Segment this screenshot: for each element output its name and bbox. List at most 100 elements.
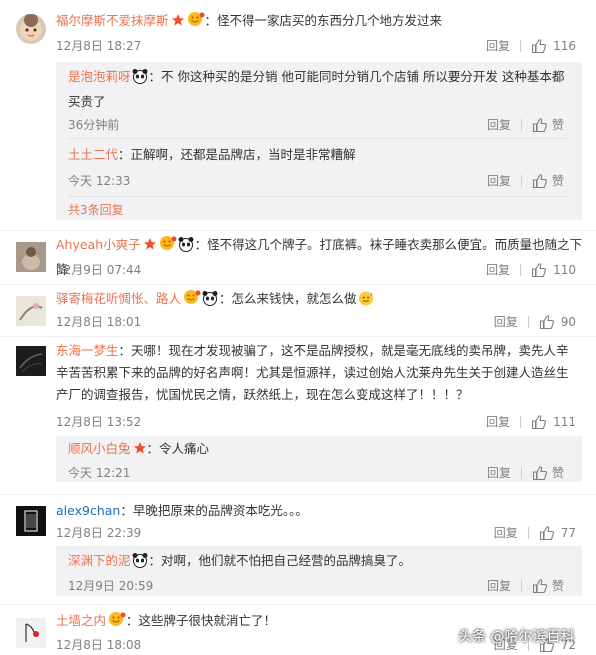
reply-text: ：对啊，他们就不怕把自己经营的品牌搞臭了。 [148, 553, 412, 568]
comment-divider [0, 604, 596, 605]
avatar[interactable] [16, 506, 46, 536]
reply-username[interactable]: 是泡泡莉呀 [68, 69, 131, 84]
reply-time: 36分钟前 [68, 118, 120, 132]
smiley-badge-icon [108, 611, 126, 634]
panda-emoji-icon [131, 552, 149, 575]
panda-emoji-icon [201, 290, 219, 313]
comment-time: 12月8日 18:08 [56, 638, 142, 652]
comment-time: 12月9日 07:44 [56, 263, 142, 277]
avatar[interactable] [16, 618, 46, 648]
reply-button[interactable]: 回复 [487, 116, 511, 133]
comment-divider [0, 336, 596, 337]
action-divider [520, 118, 522, 131]
thumbs-up-icon [532, 173, 547, 188]
reply-time: 今天 12:21 [68, 466, 131, 480]
comment-line: 东海一梦生：天哪！现在才发现被骗了，这不是品牌授权，就是毫无底线的卖吊牌，卖先人… [56, 340, 580, 406]
comment-line: 驿寄梅花听惆怅、路人 ：怎么来钱快，就怎么做 [56, 288, 584, 313]
like-button[interactable]: 110 [531, 262, 576, 278]
thumbs-up-icon [532, 117, 547, 132]
reply-button[interactable]: 回复 [494, 525, 518, 541]
username[interactable]: 驿寄梅花听惆怅、路人 [56, 291, 181, 306]
replies-box: 顺风小白兔 ：令人痛心 今天 12:21 回复 赞 [56, 436, 582, 482]
avatar[interactable] [16, 346, 46, 376]
avatar[interactable] [16, 242, 46, 272]
comment-time: 12月8日 18:27 [56, 39, 142, 53]
reply-button[interactable]: 回复 [494, 314, 518, 330]
reply-username[interactable]: 深渊下的泥 [68, 553, 131, 568]
comment-actions: 回复 77 [494, 525, 576, 541]
comment-divider [0, 230, 596, 231]
smiley-badge-icon [183, 289, 201, 312]
like-count: 90 [560, 315, 576, 329]
comment-time: 12月8日 22:39 [56, 526, 142, 540]
reply-item: 顺风小白兔 ：令人痛心 今天 12:21 回复 赞 [68, 438, 574, 480]
username[interactable]: 东海一梦生 [56, 343, 119, 358]
replies-box: 是泡泡莉呀 ：不 你这种买的是分销 他可能同时分销几个店铺 所以要分开发 这种基本… [56, 62, 582, 220]
like-button[interactable]: 赞 [532, 577, 564, 594]
reply-item: 土土二代：正解啊，还都是品牌店，当时是非常糟解 今天 12:33 回复 赞 [68, 144, 574, 188]
like-count: 116 [553, 39, 576, 53]
like-button[interactable]: 90 [539, 314, 576, 330]
sweat-emoji-icon [357, 290, 375, 313]
panda-emoji-icon [177, 236, 195, 259]
reply-button[interactable]: 回复 [487, 577, 511, 594]
like-button[interactable]: 赞 [532, 116, 564, 133]
smiley-badge-icon [187, 11, 205, 34]
reply-text: ：正解啊，还都是品牌店，当时是非常糟解 [118, 147, 356, 162]
reply-line: 顺风小白兔 ：令人痛心 [68, 438, 574, 462]
username[interactable]: 福尔摩斯不爱抹摩斯 [56, 13, 169, 28]
replies-box: 深渊下的泥 ：对啊，他们就不怕把自己经营的品牌搞臭了。 12月9日 20:59 回… [56, 546, 582, 596]
reply-item: 深渊下的泥 ：对啊，他们就不怕把自己经营的品牌搞臭了。 12月9日 20:59 回… [68, 550, 574, 593]
comment-actions: 回复 110 [486, 262, 576, 278]
like-label: 赞 [551, 118, 564, 132]
reply-username[interactable]: 土土二代 [68, 147, 118, 162]
avatar[interactable] [16, 296, 46, 326]
action-divider [527, 316, 529, 328]
reply-line: 土土二代：正解啊，还都是品牌店，当时是非常糟解 [68, 144, 574, 166]
like-button[interactable]: 116 [531, 38, 576, 54]
vip-star-icon [133, 440, 147, 462]
comment-actions: 回复 90 [494, 314, 576, 330]
like-button[interactable]: 77 [539, 525, 576, 541]
reply-text: ：令人痛心 [146, 441, 210, 456]
reply-button[interactable]: 回复 [487, 172, 511, 189]
reply-time: 12月9日 20:59 [68, 579, 154, 593]
reply-divider [68, 138, 570, 139]
vip-star-icon [171, 12, 185, 34]
thumbs-up-icon [532, 39, 547, 54]
comment-text: ：天哪！现在才发现被骗了，这不是品牌授权，就是毫无底线的卖吊牌，卖先人辛辛苦苦积… [56, 343, 569, 402]
like-label: 赞 [551, 579, 564, 593]
reply-button[interactable]: 回复 [486, 262, 510, 278]
like-count: 110 [553, 263, 576, 277]
reply-button[interactable]: 回复 [486, 38, 510, 54]
like-button[interactable]: 赞 [532, 464, 564, 481]
thumbs-up-icon [532, 263, 547, 278]
comment-actions: 回复 116 [486, 38, 576, 54]
reply-username[interactable]: 顺风小白兔 [68, 441, 131, 456]
reply-button[interactable]: 回复 [486, 414, 510, 430]
comment-line: alex9chan：早晚把原来的品牌资本吃光。。。 [56, 500, 584, 522]
reply-actions: 回复 赞 [487, 464, 564, 481]
username[interactable]: Ahyeah小爽子 [56, 237, 141, 252]
more-replies-link[interactable]: 共3条回复 [68, 201, 124, 218]
username[interactable]: 土墙之内 [56, 613, 106, 628]
thumbs-up-icon [539, 315, 554, 330]
like-label: 赞 [551, 174, 564, 188]
reply-actions: 回复 赞 [487, 577, 564, 594]
username[interactable]: alex9chan [56, 503, 120, 518]
reply-button[interactable]: 回复 [487, 464, 511, 481]
comment-text: ：这些牌子很快就消亡了！ [126, 613, 277, 628]
reply-actions: 回复 赞 [487, 172, 564, 189]
comment-text: ：怎么来钱快，就怎么做 [219, 291, 357, 306]
comment-line: 福尔摩斯不爱抹摩斯 ：怪不得一家店买的东西分几个地方发过来 [56, 10, 584, 34]
reply-item: 是泡泡莉呀 ：不 你这种买的是分销 他可能同时分销几个店铺 所以要分开发 这种基本… [68, 66, 574, 132]
reply-time: 今天 12:33 [68, 174, 131, 188]
like-count: 111 [553, 415, 576, 429]
like-button[interactable]: 赞 [532, 172, 564, 189]
action-divider [520, 174, 522, 187]
like-button[interactable]: 111 [531, 414, 576, 430]
comment-divider [0, 284, 596, 285]
avatar[interactable] [16, 14, 46, 44]
reply-divider [68, 196, 570, 197]
action-divider [520, 466, 522, 479]
